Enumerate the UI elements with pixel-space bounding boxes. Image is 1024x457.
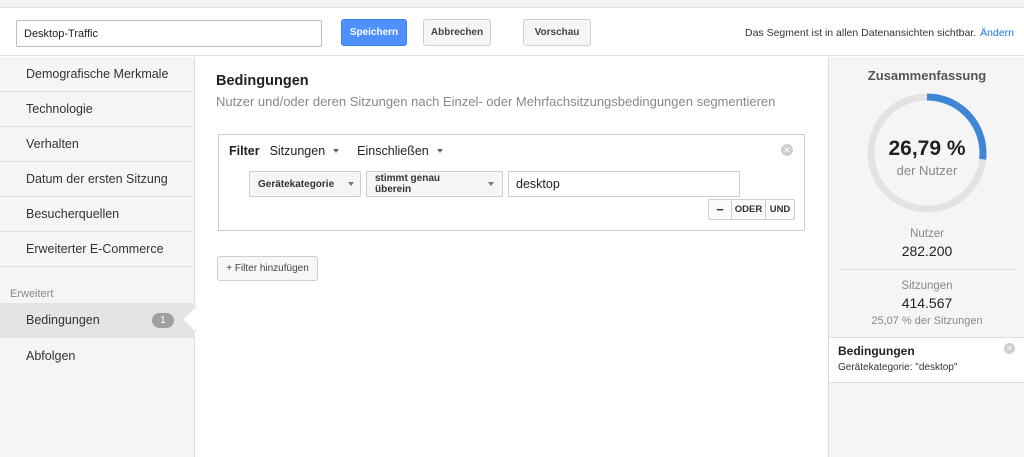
top-strip <box>0 0 1024 8</box>
summary-condition-title: Bedingungen <box>838 344 915 358</box>
operator-value: stimmt genau überein <box>375 173 441 195</box>
sidebar-item-behavior[interactable]: Verhalten <box>0 127 194 162</box>
visibility-info: Das Segment ist in allen Datenansichten … <box>745 27 1014 39</box>
filter-scope-dropdown[interactable]: Sitzungen <box>270 144 340 158</box>
remove-filter-icon[interactable]: ✕ <box>781 144 793 156</box>
segment-sidebar: Demografische Merkmale Technologie Verha… <box>0 57 195 457</box>
sidebar-item-label: Erweiterter E-Commerce <box>26 242 164 256</box>
or-button[interactable]: ODER <box>731 200 765 219</box>
page-title: Bedingungen <box>216 73 309 89</box>
sidebar-section-advanced: Erweitert <box>10 288 54 300</box>
filter-scope-value: Sitzungen <box>269 144 326 158</box>
chevron-down-icon <box>333 149 340 153</box>
conditions-count-badge: 1 <box>152 313 174 328</box>
filter-mode-dropdown[interactable]: Einschließen <box>357 144 443 158</box>
sidebar-item-label: Technologie <box>26 102 93 116</box>
sessions-share: 25,07 % der Sitzungen <box>871 315 983 327</box>
visibility-text: Das Segment ist in allen Datenansichten … <box>745 27 977 39</box>
sidebar-item-label: Verhalten <box>26 137 79 151</box>
sidebar-item-traffic-sources[interactable]: Besucherquellen <box>0 197 194 232</box>
summary-title: Zusammenfassung <box>867 68 987 83</box>
sidebar-item-enhanced-ecommerce[interactable]: Erweiterter E-Commerce <box>0 232 194 267</box>
summary-panel: Zusammenfassung 26,79 % der Nutzer Nutze… <box>828 57 1024 457</box>
summary-divider <box>839 269 1015 270</box>
chevron-down-icon <box>436 149 443 153</box>
sidebar-item-label: Besucherquellen <box>26 207 120 221</box>
save-button[interactable]: Speichern <box>341 19 407 46</box>
segment-name-input[interactable] <box>16 20 322 47</box>
sidebar-item-label: Datum der ersten Sitzung <box>26 172 168 186</box>
and-button[interactable]: UND <box>765 200 794 219</box>
users-label: Nutzer <box>910 228 944 240</box>
segment-toolbar: Speichern Abbrechen Vorschau Das Segment… <box>0 8 1024 56</box>
sessions-label: Sitzungen <box>901 280 953 292</box>
remove-condition-button[interactable]: − <box>709 200 731 219</box>
sidebar-item-first-session-date[interactable]: Datum der ersten Sitzung <box>0 162 194 197</box>
summary-condition-card: Bedingungen Gerätekategorie: "desktop" ✕ <box>829 337 1024 383</box>
dimension-value: Gerätekategorie <box>258 178 335 190</box>
sidebar-item-conditions[interactable]: Bedingungen 1 <box>0 303 195 338</box>
preview-button[interactable]: Vorschau <box>523 19 591 46</box>
operator-select[interactable]: stimmt genau überein <box>366 171 503 197</box>
sidebar-item-label: Abfolgen <box>26 348 76 363</box>
filter-box: Filter Sitzungen Einschließen ✕ Geräteka… <box>218 134 805 231</box>
sidebar-item-label: Bedingungen <box>26 313 100 327</box>
conditions-panel: Bedingungen Nutzer und/oder deren Sitzun… <box>196 57 828 457</box>
condition-logic-buttons: − ODER UND <box>708 199 795 220</box>
users-count: 282.200 <box>901 243 953 259</box>
chevron-down-icon <box>488 182 494 186</box>
filter-label: Filter <box>229 144 260 158</box>
sidebar-item-label: Demografische Merkmale <box>26 67 169 81</box>
sessions-count: 414.567 <box>901 295 953 311</box>
users-percentage: 26,79 % <box>888 137 966 160</box>
condition-value-input[interactable] <box>508 171 740 197</box>
cancel-button[interactable]: Abbrechen <box>423 19 491 46</box>
sidebar-item-demographics[interactable]: Demografische Merkmale <box>0 57 194 92</box>
add-filter-button[interactable]: + Filter hinzufügen <box>217 256 318 281</box>
chevron-down-icon <box>348 182 355 186</box>
page-subtitle: Nutzer und/oder deren Sitzungen nach Ein… <box>216 94 776 109</box>
remove-condition-icon[interactable]: ✕ <box>1004 343 1015 354</box>
sidebar-item-sequences[interactable]: Abfolgen <box>0 338 194 373</box>
summary-condition-detail: Gerätekategorie: "desktop" <box>838 362 958 373</box>
change-visibility-link[interactable]: Ändern <box>980 27 1014 39</box>
users-percentage-caption: der Nutzer <box>896 163 958 178</box>
dimension-select[interactable]: Gerätekategorie <box>249 171 361 197</box>
filter-header: Filter Sitzungen Einschließen <box>229 144 461 158</box>
condition-row: Gerätekategorie stimmt genau überein <box>249 171 740 197</box>
filter-mode-value: Einschließen <box>357 144 429 158</box>
sidebar-item-technology[interactable]: Technologie <box>0 92 194 127</box>
